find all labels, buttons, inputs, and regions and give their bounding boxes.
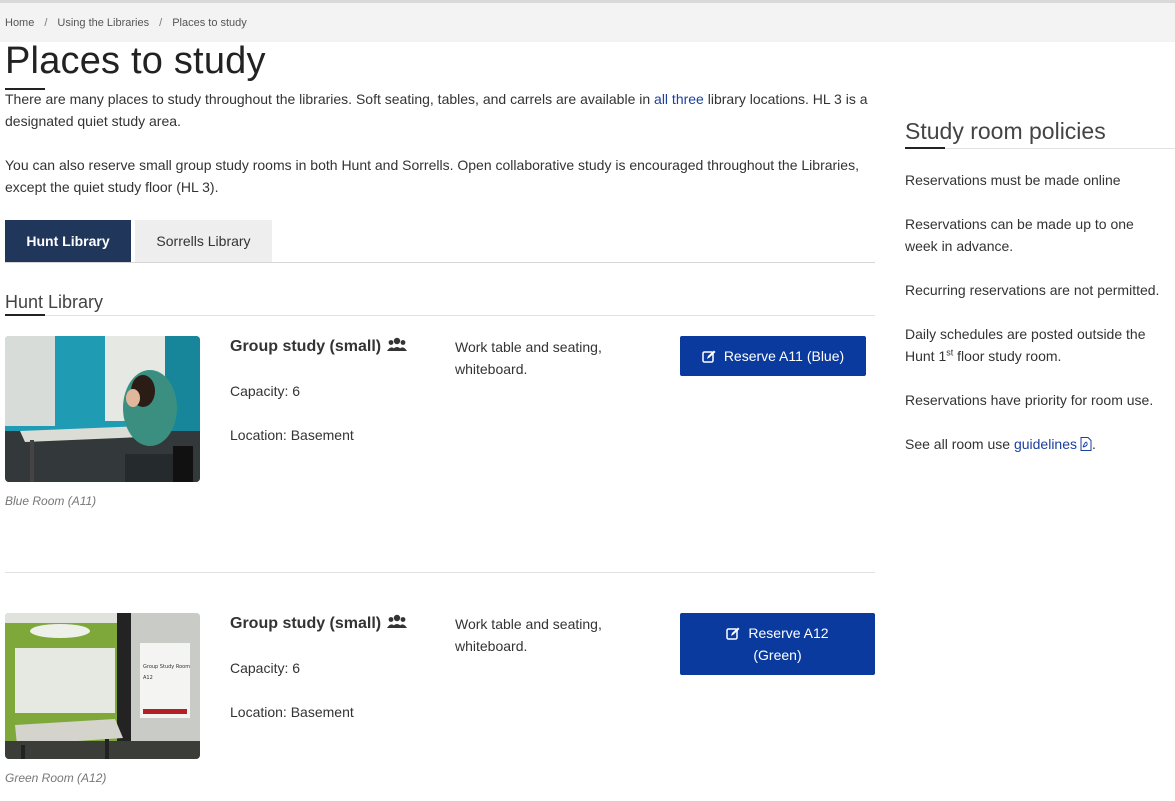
room-type-label: Group study (small) [230,615,382,632]
reserve-a11-button[interactable]: Reserve A11 (Blue) [680,336,866,376]
room-location: Location: Basement [230,704,354,720]
room-type-label: Group study (small) [230,338,382,355]
reserve-a12-label-2: (Green) [753,647,802,663]
guidelines-suffix: . [1092,436,1096,452]
sign-text-line1: Group Study Room [143,664,190,670]
section-divider [5,315,875,316]
intro-paragraph-1: There are many places to study throughou… [5,88,875,132]
sidebar-accent [905,147,945,149]
room-features: Work table and seating, whiteboard. [455,339,602,377]
policy-schedules: Daily schedules are posted outside the H… [905,323,1170,367]
intro-text: There are many places to study throughou… [5,88,875,220]
library-tabs: Hunt Library Sorrells Library [5,220,875,263]
breadcrumb-separator: / [159,16,163,29]
all-three-link[interactable]: all three [654,91,704,107]
room-location: Location: Basement [230,427,354,443]
room-caption: Green Room (A12) [5,771,107,785]
room-capacity: Capacity: 6 [230,383,301,399]
reserve-a12-line1: Reserve A12 [726,622,829,644]
users-icon [387,614,408,635]
room-details: Group study (small) Capacity: 6 Location… [230,336,430,446]
room-caption: Blue Room (A11) [5,494,97,508]
policy-online: Reservations must be made online [905,172,1121,188]
sign-text-line2: A12 [143,675,153,681]
breadcrumb-home[interactable]: Home [5,17,34,29]
section-heading: Hunt Library [5,292,104,312]
policy-advance: Reservations can be made up to one week … [905,216,1134,254]
tab-hunt-library[interactable]: Hunt Library [5,220,131,262]
reserve-a11-label: Reserve A11 (Blue) [723,348,845,364]
reserve-a12-label: Reserve A12 [748,625,829,641]
green-room-photo: Group Study Room A12 [5,613,200,759]
room-type: Group study (small) [230,336,430,358]
breadcrumb-separator: / [44,16,48,29]
breadcrumb-using-libraries[interactable]: Using the Libraries [57,17,149,29]
page-title: Places to study [5,40,266,82]
sidebar-heading: Study room policies [905,118,1106,144]
tab-sorrells-library[interactable]: Sorrells Library [135,220,272,262]
breadcrumb: Home / Using the Libraries / Places to s… [0,3,1175,42]
sidebar-divider [905,148,1175,149]
breadcrumb-current: Places to study [172,16,247,29]
policy-recurring: Recurring reservations are not permitted… [905,282,1160,298]
room-features: Work table and seating, whiteboard. [455,616,602,654]
room-capacity: Capacity: 6 [230,660,301,676]
edit-icon [726,627,740,640]
policy-schedules-end: floor study room. [953,348,1062,364]
guidelines-link-label: guidelines [1013,436,1078,452]
room-divider [5,572,875,573]
intro-text-1: There are many places to study throughou… [5,91,655,107]
policy-list: Reservations must be made online Reserva… [905,169,1170,479]
intro-paragraph-2: You can also reserve small group study r… [5,157,859,195]
policy-priority: Reservations have priority for room use. [905,392,1154,408]
room-type: Group study (small) [230,613,430,635]
blue-room-photo [5,336,200,482]
users-icon [387,337,408,358]
guidelines-link[interactable]: guidelines [1014,436,1092,452]
edit-icon [702,350,716,363]
reserve-a12-button[interactable]: Reserve A12 (Green) [680,613,875,675]
guidelines-prefix: See all room use [905,436,1014,452]
room-details: Group study (small) Capacity: 6 Location… [230,613,430,723]
pdf-icon [1080,435,1092,457]
section-accent [5,314,45,316]
study-room-policies: Study room policies Reservations must be… [905,118,1175,452]
policy-guidelines: See all room use guidelines. [905,433,1170,457]
